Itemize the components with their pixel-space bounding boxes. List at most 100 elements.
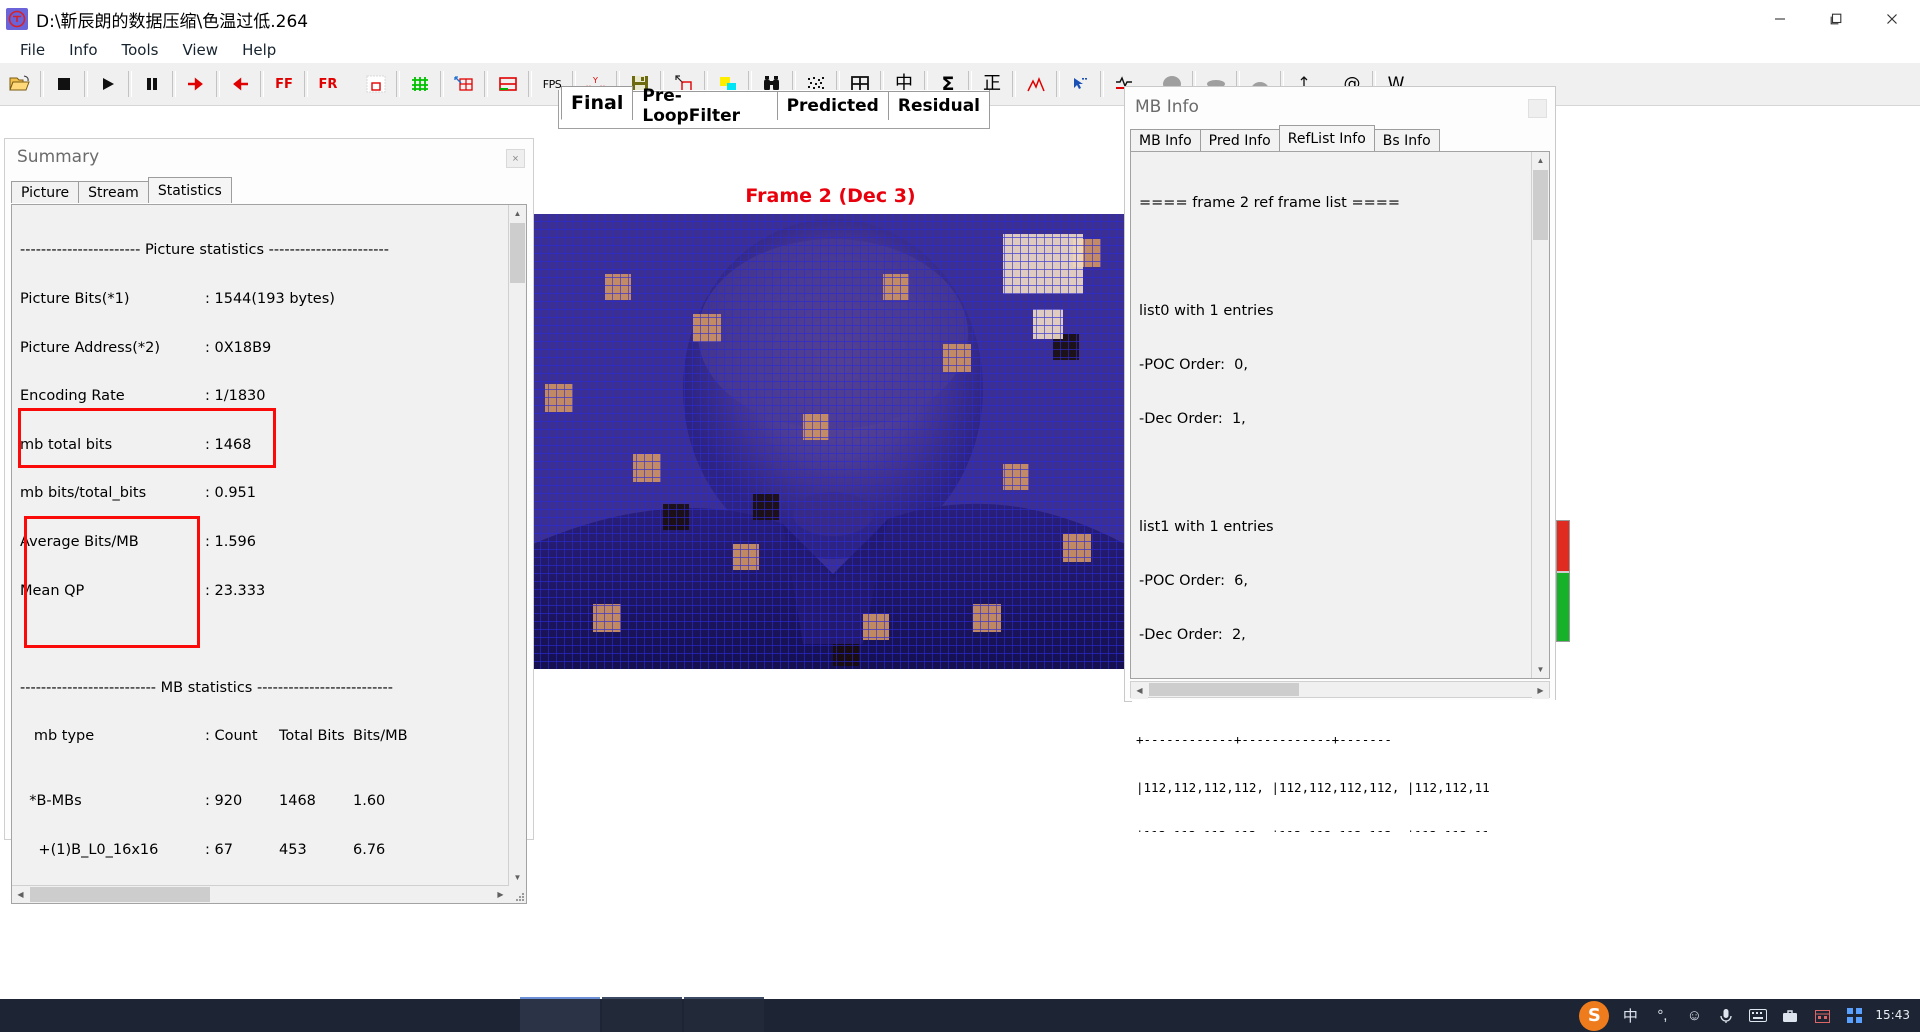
slice-overlay-icon[interactable] (493, 69, 523, 99)
pointer-icon[interactable] (1065, 69, 1095, 99)
vscroll-thumb[interactable] (1533, 170, 1548, 240)
sogou-ime-icon[interactable]: S (1579, 1000, 1610, 1031)
stat-row: mb total bits: 1468 (20, 437, 509, 453)
maximize-button[interactable] (1808, 0, 1864, 38)
col-count: : Count (205, 728, 258, 745)
frame-label: Frame 2 (Dec 3) (745, 185, 916, 207)
tab-residual[interactable]: Residual (887, 91, 990, 120)
summary-close-button[interactable]: × (506, 149, 525, 168)
menu-view[interactable]: View (170, 40, 230, 60)
hscroll-thumb[interactable] (1149, 683, 1299, 696)
tab-stream[interactable]: Stream (78, 181, 149, 203)
toolbar-separator (84, 71, 88, 97)
grid-overlay-icon[interactable] (405, 69, 435, 99)
reflist-line: -POC Order: 0, (1139, 357, 1249, 373)
statistics-vscrollbar[interactable]: ▲ ▼ (508, 205, 526, 886)
play-icon[interactable] (93, 69, 123, 99)
decoded-frame-image[interactable] (533, 214, 1125, 669)
level-gauge (1556, 520, 1570, 642)
partition-overlay-icon[interactable] (449, 69, 479, 99)
mb-info-panel: MB Info MB Info Pred Info RefList Info B… (1124, 86, 1556, 702)
menu-file[interactable]: File (8, 40, 57, 60)
mb-type: +(1)B_L0_16x16 (20, 841, 159, 858)
step-forward-icon[interactable] (181, 69, 211, 99)
close-button[interactable] (1864, 0, 1920, 38)
vscroll-thumb[interactable] (510, 223, 525, 283)
ime-punctuation-icon[interactable]: °, (1651, 1005, 1673, 1027)
taskbar-app-button[interactable] (520, 997, 600, 1032)
mb-boundary-icon[interactable] (361, 69, 391, 99)
toolbar-separator (40, 71, 44, 97)
menu-info[interactable]: Info (57, 40, 109, 60)
stop-icon[interactable] (49, 69, 79, 99)
open-file-icon[interactable] (5, 69, 35, 99)
histogram-icon[interactable] (1021, 69, 1051, 99)
stat-value: : 0.951 (205, 485, 257, 502)
reflist-line (1139, 464, 1532, 482)
toolbox-icon[interactable] (1779, 1005, 1801, 1027)
reflist-line: list1 with 1 entries (1139, 519, 1274, 535)
scroll-down-arrow[interactable]: ▼ (509, 869, 526, 886)
keyboard-icon[interactable] (1747, 1005, 1769, 1027)
scroll-right-arrow[interactable]: ▶ (1532, 682, 1549, 699)
taskbar-clock[interactable]: 15:43 (1875, 1009, 1910, 1022)
scroll-up-arrow[interactable]: ▲ (1532, 152, 1549, 169)
taskbar-app-button[interactable] (684, 997, 764, 1032)
mb-info-hscrollbar[interactable]: ◀ ▶ (1130, 681, 1550, 699)
step-backward-icon[interactable] (225, 69, 255, 99)
apps-grid-icon[interactable] (1843, 1005, 1865, 1027)
tab-bs-info[interactable]: Bs Info (1373, 129, 1440, 151)
stat-row: Picture Bits(*1) : 1544(193 bytes) (20, 291, 509, 307)
hscroll-thumb[interactable] (30, 887, 210, 902)
scroll-down-arrow[interactable]: ▼ (1532, 661, 1549, 678)
stat-value: : 0X18B9 (205, 339, 272, 356)
tab-predicted[interactable]: Predicted (776, 91, 889, 120)
pixel-data-panel[interactable]: +------------+------------+------- |112,… (1132, 700, 1562, 832)
scroll-left-arrow[interactable]: ◀ (1131, 682, 1148, 699)
pause-icon[interactable] (137, 69, 167, 99)
stat-value: : 1544(193 bytes) (205, 291, 335, 307)
scroll-right-arrow[interactable]: ▶ (492, 886, 509, 903)
mb-info-textbox[interactable]: ==== frame 2 ref frame list ==== list0 w… (1130, 151, 1550, 679)
tab-picture[interactable]: Picture (11, 181, 80, 203)
mb-info-vscrollbar[interactable]: ▲ ▼ (1531, 152, 1549, 678)
statistics-hscrollbar[interactable]: ◀ ▶ (12, 885, 509, 903)
app-icon (6, 8, 28, 30)
mb-statistics-header: -------------------------- MB statistics… (20, 679, 393, 696)
stat-row: mb bits/total_bits: 0.951 (20, 485, 509, 501)
menu-help[interactable]: Help (230, 40, 288, 60)
picture-statistics-header: ----------------------- Picture statisti… (20, 242, 390, 259)
tab-statistics[interactable]: Statistics (147, 177, 232, 203)
ime-mode-icon[interactable]: 中 (1619, 1005, 1641, 1027)
scroll-up-arrow[interactable]: ▲ (509, 205, 526, 222)
tab-final[interactable]: Final (561, 86, 634, 120)
microphone-icon[interactable] (1715, 1005, 1737, 1027)
minimize-button[interactable] (1752, 0, 1808, 38)
tab-pre-loopfilter[interactable]: Pre-LoopFilter (632, 86, 778, 126)
tab-mb-info[interactable]: MB Info (1130, 129, 1201, 151)
toolbar-separator (172, 71, 176, 97)
pixel-data-line: |112,112,112,112, |112,112,112,112, |112… (1136, 828, 1562, 832)
menu-tools[interactable]: Tools (110, 40, 171, 60)
view-tab-bar: Final Pre-LoopFilter Predicted Residual (558, 86, 990, 129)
stat-key: Picture Bits(*1) (20, 291, 130, 307)
resize-grip[interactable] (509, 886, 526, 903)
mb-total-bits: 1468 (279, 793, 316, 810)
emoji-icon[interactable]: ☺ (1683, 1005, 1705, 1027)
fast-forward-icon[interactable]: FF (269, 69, 299, 99)
taskbar-app-button[interactable] (602, 997, 682, 1032)
tab-reflist-info[interactable]: RefList Info (1278, 125, 1375, 151)
reflist-line: -Dec Order: 2, (1139, 627, 1246, 643)
statistics-textbox[interactable]: ----------------------- Picture statisti… (11, 204, 527, 904)
frame-view: Frame 2 (Dec 3) (533, 128, 1128, 688)
mb-info-close-button[interactable] (1528, 99, 1547, 118)
toolbar-separator (260, 71, 264, 97)
mb-column-headers: mb type: Count Total Bits Bits/MB (20, 728, 509, 744)
fast-rewind-icon[interactable]: FR (313, 69, 343, 99)
calendar-icon[interactable] (1811, 1005, 1833, 1027)
scroll-left-arrow[interactable]: ◀ (12, 886, 29, 903)
summary-panel: Summary × Picture Stream Statistics ----… (4, 138, 534, 904)
tab-pred-info[interactable]: Pred Info (1199, 129, 1280, 151)
mb-info-tab-bar: MB Info Pred Info RefList Info Bs Info (1130, 125, 1440, 151)
stat-key: Mean QP (20, 582, 85, 599)
